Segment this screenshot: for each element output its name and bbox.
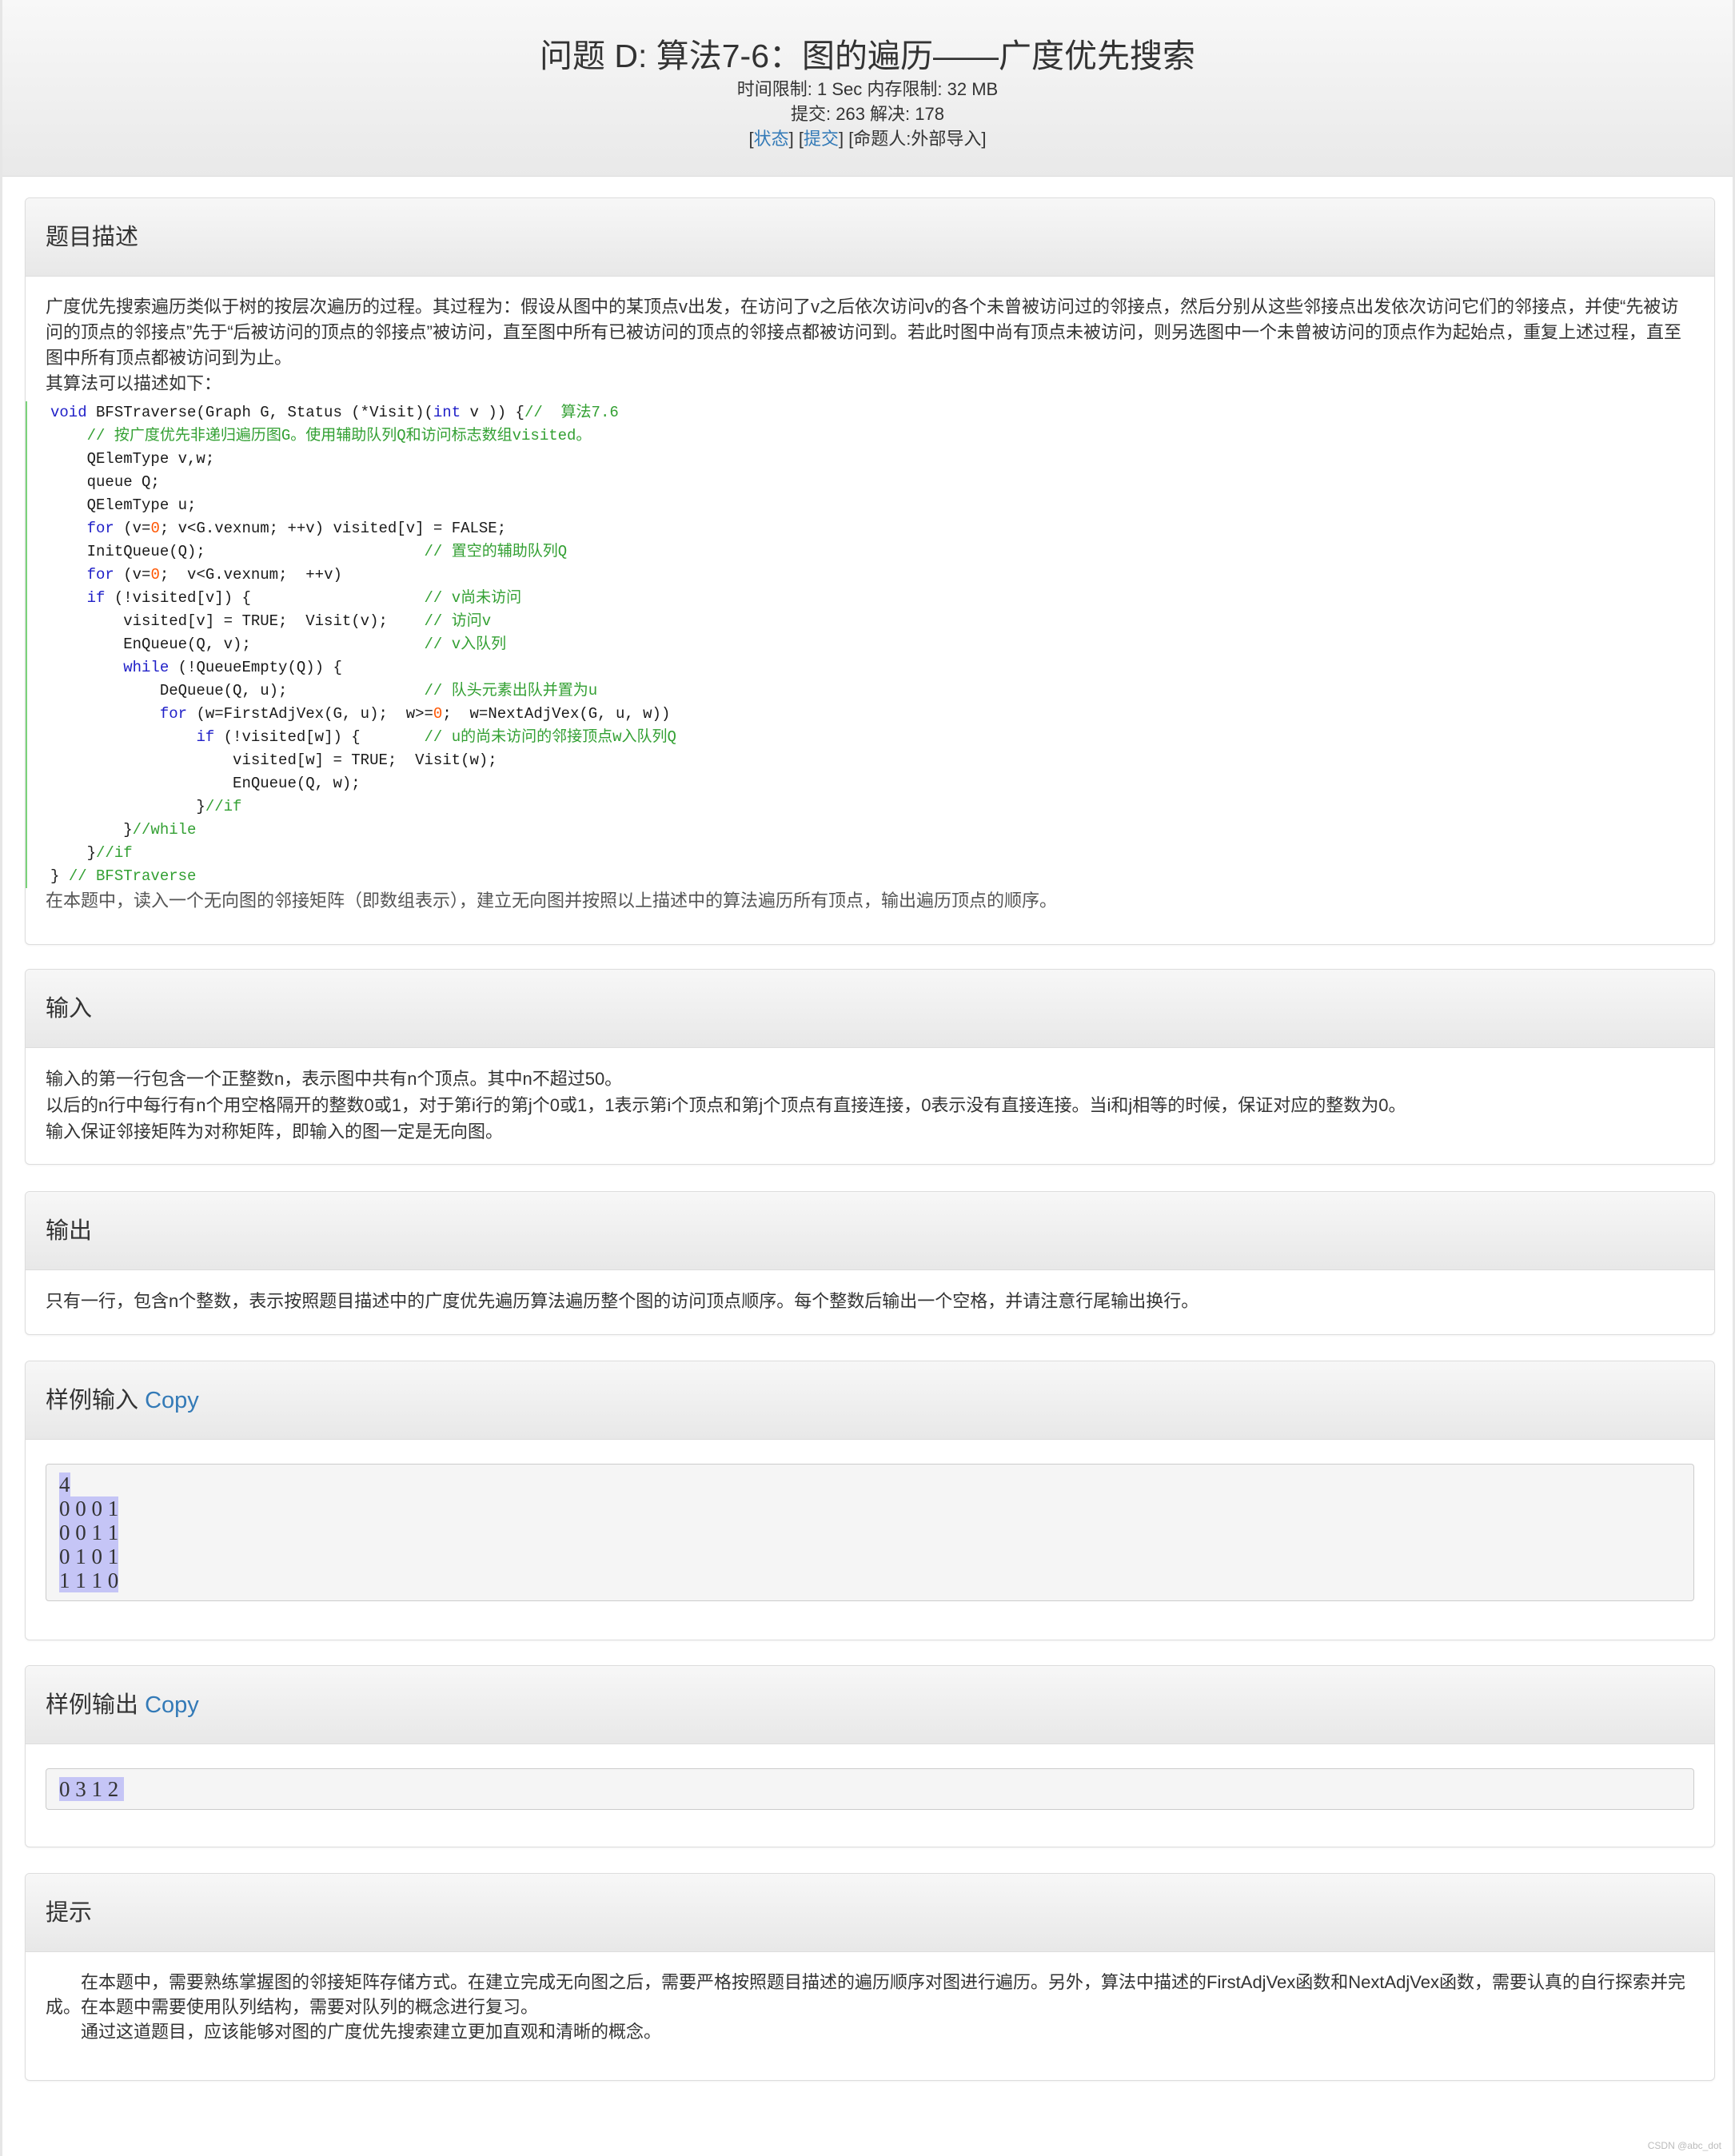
sample-input-heading: 样例输入 Copy (26, 1361, 1714, 1440)
code-line: QElemType u; (50, 496, 197, 514)
stats-line: 提交: 263 解决: 178 (791, 104, 944, 124)
sample-input-panel: 样例输入 Copy 4 0 0 0 1 0 0 1 1 0 1 0 1 1 1 … (25, 1361, 1715, 1640)
description-heading: 题目描述 (26, 198, 1714, 277)
code-line: for (v=0; v<G.vexnum; ++v) visited[v] = … (86, 520, 507, 537)
copy-sample-input-button[interactable]: Copy (145, 1388, 199, 1413)
input-line: 输入的第一行包含一个正整数n，表示图中共有n个顶点。其中n不超过50。 (46, 1069, 623, 1089)
code-line: EnQueue(Q, v); // v入队列 (50, 636, 507, 653)
hint-heading: 提示 (26, 1874, 1714, 1952)
code-line: visited[w] = TRUE; Visit(w); (50, 751, 497, 769)
code-line: }//if (50, 844, 133, 862)
code-line: for (v=0; v<G.vexnum; ++v) (86, 566, 342, 584)
code-line: EnQueue(Q, w); (50, 775, 361, 792)
sample-input-box[interactable]: 4 0 0 0 1 0 0 1 1 0 1 0 1 1 1 1 0 (46, 1464, 1694, 1601)
code-line: } // BFSTraverse (50, 867, 197, 885)
sample-input-line: 0 0 1 1 (59, 1520, 119, 1544)
code-line: for (w=FirstAdjVex(G, u); w>=0; w=NextAd… (159, 705, 671, 723)
sample-output-line: 0 3 1 2 (59, 1777, 124, 1801)
watermark: CSDN @abc_dot (1647, 2140, 1721, 2151)
links-line: [状态] [提交] [命题人:外部导入] (748, 129, 987, 149)
author-label: [命题人:外部导入] (848, 129, 987, 149)
sample-output-panel: 样例输出 Copy 0 3 1 2 (25, 1665, 1715, 1847)
output-text: 只有一行，包含n个整数，表示按照题目描述中的广度优先遍历算法遍历整个图的访问顶点… (46, 1291, 1199, 1311)
sample-input-title: 样例输入 (46, 1388, 139, 1413)
code-line: DeQueue(Q, u); // 队头元素出队并置为u (50, 682, 598, 699)
description-intro: 其算法可以描述如下： (46, 373, 222, 393)
sample-input-line: 0 1 0 1 (59, 1544, 119, 1568)
hint-paragraph: 通过这道题目，应该能够对图的广度优先搜索建立更加直观和清晰的概念。 (81, 2022, 662, 2042)
code-line: if (!visited[w]) { // u的尚未访问的邻接顶点w入队列Q (196, 728, 676, 746)
input-heading: 输入 (26, 970, 1714, 1048)
sample-output-box[interactable]: 0 3 1 2 (46, 1768, 1694, 1810)
problem-page: 问题 D: 算法7-6：图的遍历——广度优先搜索 时间限制: 1 Sec 内存限… (0, 0, 1735, 2156)
code-line: queue Q; (50, 473, 160, 491)
output-heading: 输出 (26, 1192, 1714, 1270)
hint-paragraph: 在本题中，需要熟练掌握图的邻接矩阵存储方式。在建立完成无向图之后，需要严格按照题… (46, 1972, 1685, 2017)
input-panel: 输入 输入的第一行包含一个正整数n，表示图中共有n个顶点。其中n不超过50。 以… (25, 969, 1715, 1165)
algorithm-code-block: void BFSTraverse(Graph G, Status (*Visit… (26, 401, 1694, 888)
code-line: while (!QueueEmpty(Q)) { (123, 659, 342, 676)
limits-line: 时间限制: 1 Sec 内存限制: 32 MB (736, 79, 999, 99)
code-line: visited[v] = TRUE; Visit(v); // 访问v (50, 612, 492, 630)
code-line: QElemType v,w; (50, 450, 215, 468)
code-line: void BFSTraverse(Graph G, Status (*Visit… (50, 404, 619, 421)
description-task: 在本题中，读入一个无向图的邻接矩阵（即数组表示），建立无向图并按照以上描述中的算… (46, 891, 1058, 911)
problem-header: 问题 D: 算法7-6：图的遍历——广度优先搜索 时间限制: 1 Sec 内存限… (2, 0, 1733, 177)
sample-output-heading: 样例输出 Copy (26, 1666, 1714, 1744)
code-line: }//if (50, 798, 242, 815)
status-link[interactable]: 状态 (754, 129, 789, 149)
code-line: // 按广度优先非递归遍历图G。使用辅助队列Q和访问标志数组visited。 (86, 427, 592, 444)
description-panel: 题目描述 广度优先搜索遍历类似于树的按层次遍历的过程。其过程为：假设从图中的某顶… (25, 197, 1715, 945)
problem-title: 问题 D: 算法7-6：图的遍历——广度优先搜索 (539, 38, 1196, 74)
sample-output-title: 样例输出 (46, 1692, 139, 1718)
copy-sample-output-button[interactable]: Copy (145, 1692, 199, 1718)
description-paragraph: 广度优先搜索遍历类似于树的按层次遍历的过程。其过程为：假设从图中的某顶点v出发，… (46, 297, 1681, 368)
sample-input-line: 0 0 0 1 (59, 1496, 119, 1520)
input-line: 输入保证邻接矩阵为对称矩阵，即输入的图一定是无向图。 (46, 1122, 504, 1142)
hint-panel: 提示 在本题中，需要熟练掌握图的邻接矩阵存储方式。在建立完成无向图之后，需要严格… (25, 1873, 1715, 2081)
input-line: 以后的n行中每行有n个用空格隔开的整数0或1，对于第i行的第j个0或1，1表示第… (46, 1095, 1406, 1115)
sample-input-line: 4 (59, 1473, 70, 1496)
output-panel: 输出 只有一行，包含n个整数，表示按照题目描述中的广度优先遍历算法遍历整个图的访… (25, 1191, 1715, 1335)
code-line: if (!visited[v]) { // v尚未访问 (86, 589, 522, 607)
code-line: }//while (50, 821, 197, 839)
sample-input-line: 1 1 1 0 (59, 1568, 119, 1592)
code-line: InitQueue(Q); // 置空的辅助队列Q (50, 543, 568, 560)
submit-link[interactable]: 提交 (804, 129, 839, 149)
